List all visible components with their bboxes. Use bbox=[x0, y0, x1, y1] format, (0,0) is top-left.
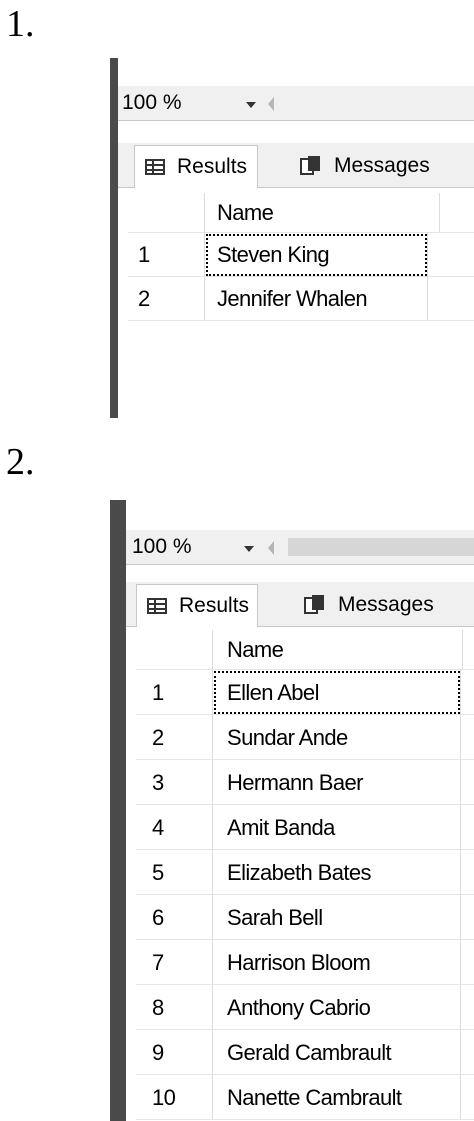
table-row[interactable]: 5 Elizabeth Bates bbox=[136, 850, 474, 895]
row-number[interactable]: 7 bbox=[136, 940, 213, 985]
row-number-header bbox=[128, 193, 205, 233]
chevron-down-icon[interactable] bbox=[244, 546, 254, 552]
column-header-name[interactable]: Name bbox=[213, 630, 463, 670]
row-number-header bbox=[136, 630, 213, 670]
cell-name[interactable]: Jennifer Whalen bbox=[205, 277, 428, 321]
tab-messages-label: Messages bbox=[334, 154, 430, 177]
table-row[interactable]: 1 Steven King bbox=[128, 233, 474, 277]
cell-name[interactable]: Nanette Cambrault bbox=[213, 1075, 461, 1120]
cell-name[interactable]: Amit Banda bbox=[213, 805, 461, 850]
zoom-toolbar: 100 % bbox=[118, 86, 474, 121]
tab-results[interactable]: Results bbox=[136, 584, 259, 627]
row-number[interactable]: 6 bbox=[136, 895, 213, 940]
tab-messages[interactable]: Messages bbox=[304, 584, 434, 626]
step-label-1: 1. bbox=[6, 3, 35, 45]
header-row: Name bbox=[128, 193, 474, 233]
scroll-left-icon[interactable] bbox=[268, 97, 274, 111]
cell-name[interactable]: Sarah Bell bbox=[213, 895, 461, 940]
row-number[interactable]: 8 bbox=[136, 985, 213, 1030]
row-number[interactable]: 3 bbox=[136, 760, 213, 805]
row-number[interactable]: 2 bbox=[136, 715, 213, 760]
row-number[interactable]: 4 bbox=[136, 805, 213, 850]
messages-icon bbox=[304, 595, 326, 615]
cell-name[interactable]: Ellen Abel bbox=[213, 670, 461, 715]
results-tabs: Results Messages bbox=[118, 143, 474, 188]
row-number[interactable]: 1 bbox=[136, 670, 213, 715]
table-row[interactable]: 2 Sundar Ande bbox=[136, 715, 474, 760]
tab-messages-label: Messages bbox=[338, 593, 434, 616]
row-number[interactable]: 1 bbox=[128, 233, 205, 277]
tab-messages[interactable]: Messages bbox=[300, 145, 430, 187]
table-row[interactable]: 1 Ellen Abel bbox=[136, 670, 474, 715]
row-number[interactable]: 10 bbox=[136, 1075, 213, 1120]
tab-results-label: Results bbox=[179, 594, 250, 617]
cell-name[interactable]: Steven King bbox=[205, 233, 428, 277]
table-row[interactable]: 9 Gerald Cambrault bbox=[136, 1030, 474, 1075]
zoom-level[interactable]: 100 % bbox=[132, 535, 192, 559]
horizontal-scrollbar[interactable] bbox=[288, 538, 474, 556]
scroll-left-icon[interactable] bbox=[268, 541, 274, 555]
row-number[interactable]: 5 bbox=[136, 850, 213, 895]
editor-left-border bbox=[110, 58, 118, 418]
cell-name[interactable]: Hermann Baer bbox=[213, 760, 461, 805]
query-results-panel-2: 100 % Results Messages Name 1 Ellen Abel 2… bbox=[110, 500, 474, 1121]
tab-results[interactable]: Results bbox=[134, 145, 259, 188]
results-tabs: Results Messages bbox=[126, 582, 474, 627]
table-row[interactable]: 7 Harrison Bloom bbox=[136, 940, 474, 985]
cell-name[interactable]: Harrison Bloom bbox=[213, 940, 461, 985]
messages-icon bbox=[300, 156, 322, 176]
table-row[interactable]: 8 Anthony Cabrio bbox=[136, 985, 474, 1030]
table-row[interactable]: 6 Sarah Bell bbox=[136, 895, 474, 940]
step-label-2: 2. bbox=[6, 441, 35, 483]
row-number[interactable]: 2 bbox=[128, 277, 205, 321]
cell-name[interactable]: Sundar Ande bbox=[213, 715, 461, 760]
cell-name[interactable]: Anthony Cabrio bbox=[213, 985, 461, 1030]
column-header-name[interactable]: Name bbox=[205, 193, 440, 233]
table-row[interactable]: 10 Nanette Cambrault bbox=[136, 1075, 474, 1120]
table-row[interactable]: 2 Jennifer Whalen bbox=[128, 277, 474, 321]
cell-name[interactable]: Elizabeth Bates bbox=[213, 850, 461, 895]
cell-name[interactable]: Gerald Cambrault bbox=[213, 1030, 461, 1075]
results-grid: Name 1 Steven King 2 Jennifer Whalen bbox=[128, 193, 474, 418]
results-grid: Name 1 Ellen Abel 2 Sundar Ande 3 Hermann Bae… bbox=[136, 630, 474, 1121]
table-row[interactable]: 3 Hermann Baer bbox=[136, 760, 474, 805]
row-number[interactable]: 9 bbox=[136, 1030, 213, 1075]
editor-left-border bbox=[110, 500, 126, 1121]
zoom-level[interactable]: 100 % bbox=[122, 91, 182, 115]
query-results-panel-1: 100 % Results Messages Name 1 Steven Kin… bbox=[110, 58, 474, 418]
grid-icon bbox=[147, 598, 167, 614]
zoom-toolbar: 100 % bbox=[126, 530, 474, 565]
header-row: Name bbox=[136, 630, 474, 670]
chevron-down-icon[interactable] bbox=[246, 102, 256, 108]
grid-icon bbox=[145, 159, 165, 175]
tab-results-label: Results bbox=[177, 155, 248, 178]
table-row[interactable]: 4 Amit Banda bbox=[136, 805, 474, 850]
